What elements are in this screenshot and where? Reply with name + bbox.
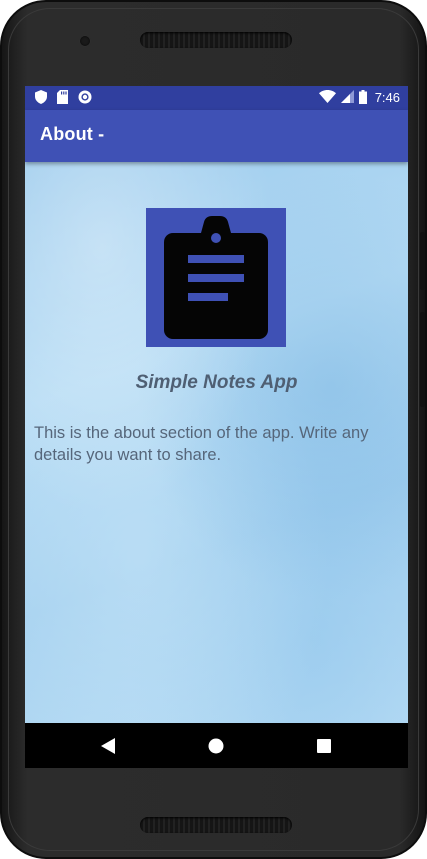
- status-system-icons: 7:46: [318, 89, 400, 107]
- system-navigation-bar: [25, 723, 408, 768]
- power-button: [420, 232, 425, 290]
- clipboard-notes-icon: [164, 216, 268, 339]
- home-icon: [208, 738, 224, 753]
- status-bar: 7:46: [25, 86, 408, 110]
- shield-icon: [35, 90, 47, 107]
- status-notification-icons: [35, 90, 92, 107]
- device-screen: 7:46 About - Simple Notes App This is th…: [25, 86, 408, 768]
- app-toolbar: About -: [25, 110, 408, 162]
- wifi-icon: [318, 90, 336, 106]
- toolbar-title: About -: [40, 124, 105, 144]
- bottom-speaker-grille: [140, 817, 292, 833]
- battery-icon: [358, 89, 367, 107]
- sd-card-icon: [57, 90, 68, 107]
- back-icon: [101, 737, 115, 754]
- recents-button[interactable]: [299, 723, 349, 768]
- volume-button: [420, 312, 425, 407]
- cell-signal-icon: [340, 90, 354, 106]
- app-name-heading: Simple Notes App: [135, 372, 298, 393]
- back-button[interactable]: [83, 723, 133, 768]
- about-content: Simple Notes App This is the about secti…: [25, 162, 408, 723]
- phone-device-frame: 7:46 About - Simple Notes App This is th…: [0, 0, 427, 859]
- front-camera: [80, 36, 90, 46]
- app-logo: [146, 208, 286, 347]
- recents-icon: [317, 738, 331, 753]
- status-time: 7:46: [374, 90, 400, 105]
- sync-circle-icon: [78, 90, 92, 107]
- about-description: This is the about section of the app. Wr…: [34, 424, 369, 464]
- top-speaker-grille: [140, 32, 292, 48]
- home-button[interactable]: [191, 723, 241, 768]
